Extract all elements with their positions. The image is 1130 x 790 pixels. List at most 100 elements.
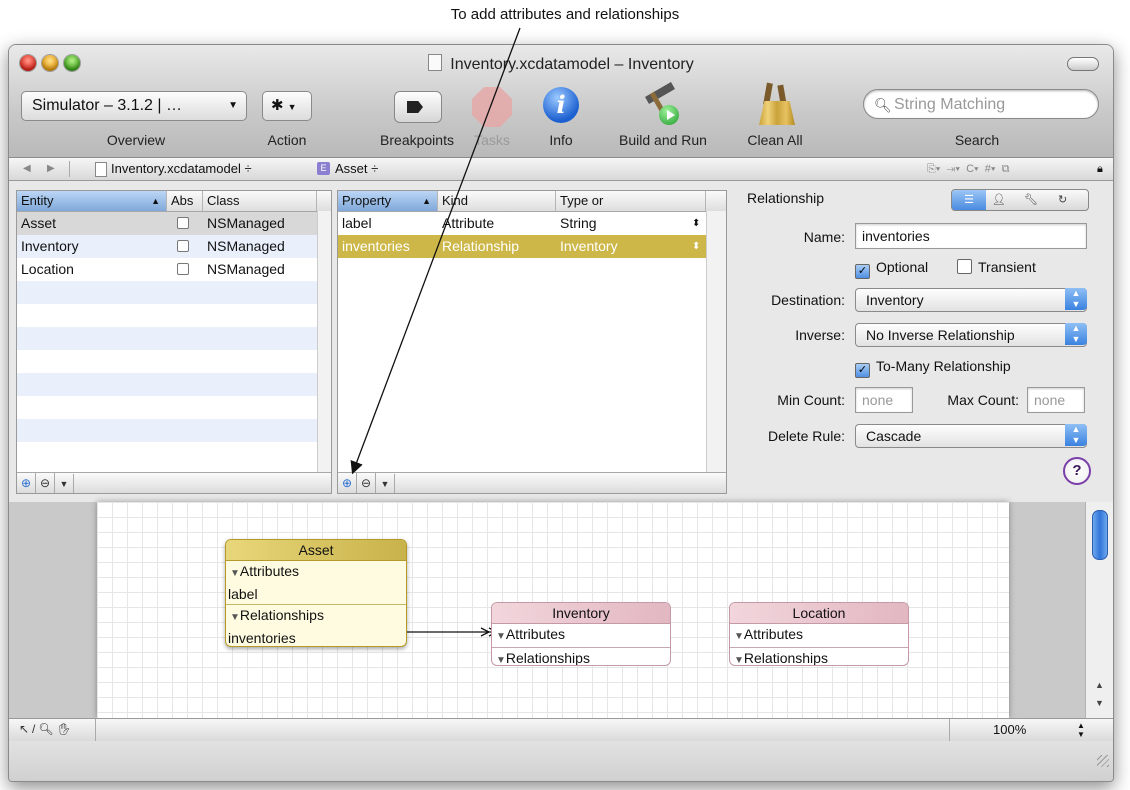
attributes-section[interactable]: ▼Attributes (226, 561, 406, 584)
tasks-label: Tasks (474, 132, 510, 148)
min-count-field[interactable]: none (855, 387, 913, 413)
inspector-tabs[interactable]: ☰ 👤︎ 🔧︎ ↻ (951, 189, 1089, 211)
window-title-text: Inventory.xcdatamodel – Inventory (450, 56, 694, 73)
toolbar: Inventory.xcdatamodel – Inventory Simula… (9, 45, 1113, 158)
asset-entity-node[interactable]: Asset ▼Attributes label ▼Relationships i… (225, 539, 407, 647)
disclosure-triangle-icon: ▼ (734, 631, 744, 642)
stepper-icon: ⬍ (692, 241, 701, 252)
relationships-section[interactable]: ▼Relationships (492, 648, 670, 666)
property-scrollbar[interactable] (706, 211, 726, 473)
search-field[interactable]: 🔍︎ String Matching (863, 89, 1099, 119)
overview-label: Overview (106, 132, 166, 148)
abstract-checkbox[interactable] (177, 263, 189, 275)
attributes-section[interactable]: ▼Attributes (730, 624, 908, 648)
table-row[interactable]: Asset NSManaged (17, 212, 331, 235)
relationships-section[interactable]: ▼Relationships (730, 648, 908, 666)
inventory-entity-title: Inventory (492, 603, 670, 624)
file-popup[interactable]: Inventory.xcdatamodel ÷ (111, 158, 252, 180)
kind-column-header[interactable]: Kind (438, 191, 556, 211)
build-and-run-icon[interactable] (639, 82, 685, 127)
sync-tab-icon[interactable]: ↻ (1058, 190, 1067, 210)
disclosure-triangle-icon: ▼ (230, 568, 240, 579)
table-row[interactable]: label Attribute String ⬍ (338, 212, 726, 235)
disclosure-triangle-icon: ▼ (496, 631, 506, 642)
chevron-updown-icon: ▲ ▼ (1065, 424, 1087, 446)
remove-entity-button[interactable]: ⊖ (36, 473, 55, 493)
optional-checkbox[interactable]: ✓ Optional (855, 259, 928, 279)
clean-all-broom-icon[interactable] (757, 82, 797, 127)
back-arrow-icon[interactable]: ◀ (23, 158, 31, 180)
overview-value: Simulator – 3.1.2 | … (32, 97, 182, 114)
entity-rows: Asset NSManaged Inventory NSManaged Loca… (17, 212, 331, 465)
location-entity-node[interactable]: Location ▼Attributes ▼Relationships (729, 602, 909, 666)
table-row[interactable]: inventories Relationship Inventory ⬍ (338, 235, 726, 258)
remove-property-button[interactable]: ⊖ (357, 473, 376, 493)
add-entity-button[interactable]: ⊕ (17, 473, 36, 493)
property-rows: label Attribute String ⬍ inventories Rel… (338, 212, 726, 465)
info-icon[interactable]: i (543, 87, 579, 123)
property-column-header[interactable]: Property ▲ (338, 191, 438, 211)
inverse-popup[interactable]: No Inverse Relationship ▲ ▼ (855, 323, 1087, 347)
location-entity-title: Location (730, 603, 908, 624)
wrench-tab-icon[interactable]: 🔧︎ (1024, 190, 1038, 210)
inventory-entity-node[interactable]: Inventory ▼Attributes ▼Relationships (491, 602, 671, 666)
general-tab-icon[interactable]: ☰ (952, 190, 986, 210)
to-many-checkbox[interactable]: ✓ To-Many Relationship (855, 358, 1011, 378)
action-button[interactable]: ✱ ▼ (262, 91, 312, 121)
property-table-header: Property ▲ Kind Type or (338, 191, 726, 212)
table-row[interactable]: Location NSManaged (17, 258, 331, 281)
class-column-header[interactable]: Class (203, 191, 317, 211)
scroll-down-arrow-icon[interactable]: ▼ (1095, 698, 1104, 708)
attributes-section[interactable]: ▼Attributes (492, 624, 670, 648)
zoom-level[interactable]: 100% (993, 722, 1026, 737)
entity-options-button[interactable]: ▼ (55, 474, 74, 493)
window-title: Inventory.xcdatamodel – Inventory (9, 54, 1113, 74)
add-property-button[interactable]: ⊕ (338, 473, 357, 493)
relationships-section[interactable]: ▼Relationships (226, 605, 406, 628)
chevron-down-icon: ▼ (228, 100, 238, 111)
xcode-window: Inventory.xcdatamodel – Inventory Simula… (8, 44, 1114, 782)
tasks-stop-icon[interactable] (472, 87, 512, 127)
table-row[interactable]: Inventory NSManaged (17, 235, 331, 258)
abstract-checkbox[interactable] (177, 240, 189, 252)
navigation-bar: ◀ ▶ Inventory.xcdatamodel ÷ E Asset ÷ ⎘▾… (9, 158, 1113, 181)
entity-scrollbar[interactable] (317, 211, 331, 473)
transient-checkbox[interactable]: Transient (957, 259, 1036, 275)
entity-column-header[interactable]: Entity ▲ (17, 191, 167, 211)
user-tab-icon[interactable]: 👤︎ (992, 190, 1006, 210)
asset-attribute-label[interactable]: label (226, 584, 406, 605)
scroll-up-arrow-icon[interactable]: ▲ (1095, 680, 1104, 690)
resize-grip-icon[interactable] (1097, 755, 1109, 767)
scroll-thumb[interactable] (1092, 510, 1108, 560)
type-column-header[interactable]: Type or (556, 191, 706, 211)
name-field[interactable]: inventories (855, 223, 1087, 249)
diagram-vertical-scrollbar[interactable]: ▲ ▼ (1085, 502, 1113, 718)
disclosure-triangle-icon: ▼ (734, 655, 744, 666)
property-options-button[interactable]: ▼ (376, 474, 395, 493)
delete-rule-popup[interactable]: Cascade ▲ ▼ (855, 424, 1087, 448)
inverse-label: Inverse: (795, 327, 845, 343)
name-label: Name: (803, 229, 845, 245)
forward-arrow-icon[interactable]: ▶ (47, 158, 55, 180)
asset-entity-title: Asset (226, 540, 406, 561)
asset-relationship-inventories[interactable]: inventories (226, 628, 406, 646)
lock-icon[interactable]: 🔒︎ (1097, 158, 1103, 180)
breakpoints-button[interactable] (394, 91, 442, 123)
nav-tools-icons[interactable]: ⎘▾ ⇥▾ C▾ #▾ ⧉ (927, 158, 1009, 180)
breakpoints-label: Breakpoints (380, 132, 454, 148)
diagram-tool-icons[interactable]: ↖/🔍︎✋︎ (19, 722, 75, 736)
destination-popup[interactable]: Inventory ▲ ▼ (855, 288, 1087, 312)
action-label: Action (267, 132, 307, 148)
entity-popup[interactable]: Asset ÷ (335, 158, 378, 180)
disclosure-triangle-icon: ▼ (496, 655, 506, 666)
zoom-stepper-icon[interactable]: ▲ ▼ (1077, 721, 1085, 739)
max-count-field[interactable]: none (1027, 387, 1085, 413)
abs-column-header[interactable]: Abs (167, 191, 203, 211)
help-button[interactable]: ? (1063, 457, 1091, 485)
abstract-checkbox[interactable] (177, 217, 189, 229)
diagram-status-bar: ↖/🔍︎✋︎ 100% ▲ ▼ (9, 718, 1113, 741)
file-icon (95, 162, 107, 177)
entity-table-controls: ⊕ ⊖ ▼ (17, 472, 331, 493)
toolbar-toggle-button[interactable] (1067, 57, 1099, 71)
overview-popup[interactable]: Simulator – 3.1.2 | … ▼ (21, 91, 247, 121)
